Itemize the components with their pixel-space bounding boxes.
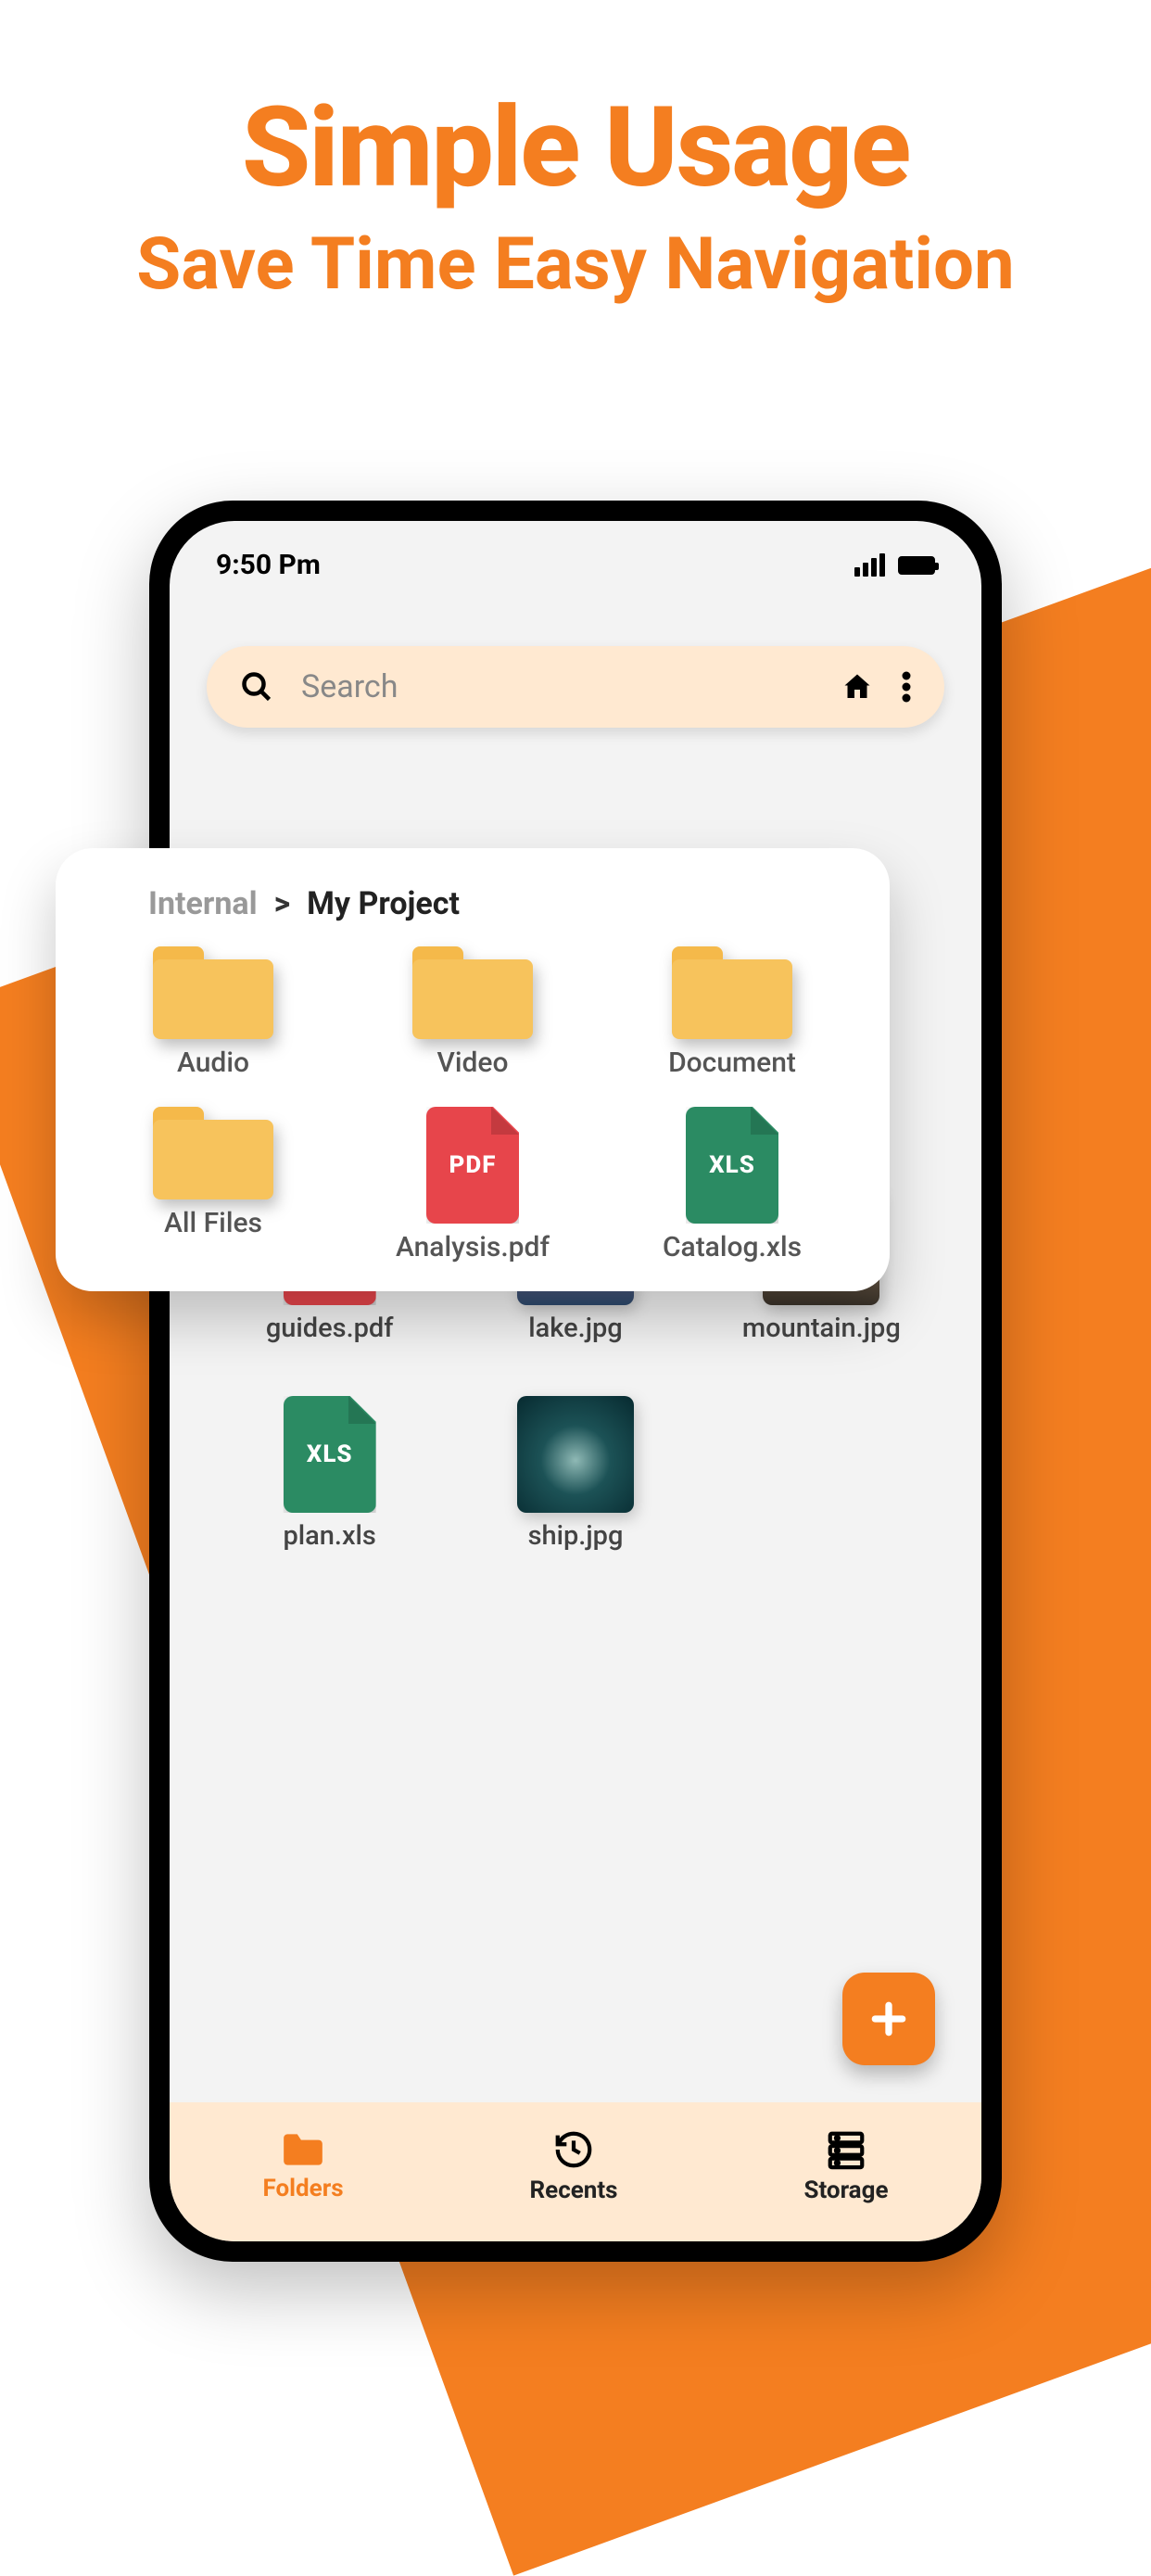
file-label: lake.jpg (528, 1313, 622, 1344)
search-icon (240, 670, 273, 704)
marketing-headline: Simple Usage Save Time Easy Navigation (0, 0, 1151, 307)
home-icon[interactable] (841, 670, 874, 704)
folder-item[interactable]: Video (352, 946, 593, 1079)
plus-icon (868, 1999, 909, 2039)
more-icon[interactable] (902, 670, 911, 704)
status-time: 9:50 Pm (216, 549, 321, 581)
folder-icon (153, 946, 273, 1039)
folder-icon (412, 946, 533, 1039)
recents-icon (552, 2128, 595, 2171)
nav-recents[interactable]: Recents (530, 2128, 618, 2204)
search-bar[interactable] (207, 646, 944, 728)
breadcrumb: Internal > My Project (148, 885, 853, 922)
folder-item[interactable]: Audio (93, 946, 334, 1079)
file-label: plan.xls (283, 1520, 375, 1552)
bottom-nav: Folders Recents Storage (170, 2102, 981, 2241)
folder-item[interactable]: All Files (93, 1107, 334, 1263)
breadcrumb-current[interactable]: My Project (307, 885, 460, 922)
nav-label: Recents (530, 2176, 618, 2204)
folders-icon (280, 2130, 326, 2169)
phone-screen: 9:50 Pm PDF guides.pdf lake.jpg (170, 521, 981, 2241)
search-input[interactable] (301, 668, 813, 705)
file-label: mountain.jpg (742, 1313, 901, 1344)
xls-icon: XLS (284, 1396, 376, 1513)
folder-item[interactable]: Document (612, 946, 853, 1079)
nav-storage[interactable]: Storage (803, 2128, 888, 2204)
breadcrumb-root[interactable]: Internal (148, 885, 258, 922)
folder-popup: Internal > My Project Audio Video Docume… (56, 848, 890, 1291)
status-indicators (854, 553, 935, 577)
battery-icon (898, 556, 935, 575)
file-label: Analysis.pdf (396, 1231, 550, 1263)
file-item-xls[interactable]: XLS plan.xls (216, 1396, 443, 1552)
image-thumbnail (517, 1396, 634, 1513)
folder-label: Video (436, 1047, 508, 1079)
headline-title: Simple Usage (0, 83, 1151, 213)
folder-label: Audio (177, 1047, 249, 1079)
file-item-image[interactable]: ship.jpg (462, 1396, 689, 1552)
xls-icon: XLS (686, 1107, 778, 1224)
file-label: ship.jpg (528, 1520, 624, 1552)
pdf-icon: PDF (426, 1107, 519, 1224)
signal-icon (854, 553, 885, 577)
popup-grid: Audio Video Document All Files PDF Analy… (93, 946, 853, 1263)
headline-subtitle: Save Time Easy Navigation (0, 222, 1151, 307)
file-item-pdf[interactable]: PDF Analysis.pdf (352, 1107, 593, 1263)
folder-icon (153, 1107, 273, 1199)
folder-label: All Files (164, 1207, 262, 1239)
file-label: Catalog.xls (663, 1231, 802, 1263)
nav-label: Storage (803, 2176, 888, 2204)
file-item-xls[interactable]: XLS Catalog.xls (612, 1107, 853, 1263)
add-button[interactable] (842, 1973, 935, 2065)
folder-label: Document (668, 1047, 796, 1079)
nav-label: Folders (262, 2175, 343, 2202)
nav-folders[interactable]: Folders (262, 2130, 343, 2202)
file-label: guides.pdf (266, 1313, 394, 1344)
storage-icon (825, 2128, 867, 2171)
status-bar: 9:50 Pm (170, 521, 981, 590)
phone-frame: 9:50 Pm PDF guides.pdf lake.jpg (149, 501, 1002, 2262)
folder-icon (672, 946, 792, 1039)
breadcrumb-separator: > (274, 885, 291, 922)
